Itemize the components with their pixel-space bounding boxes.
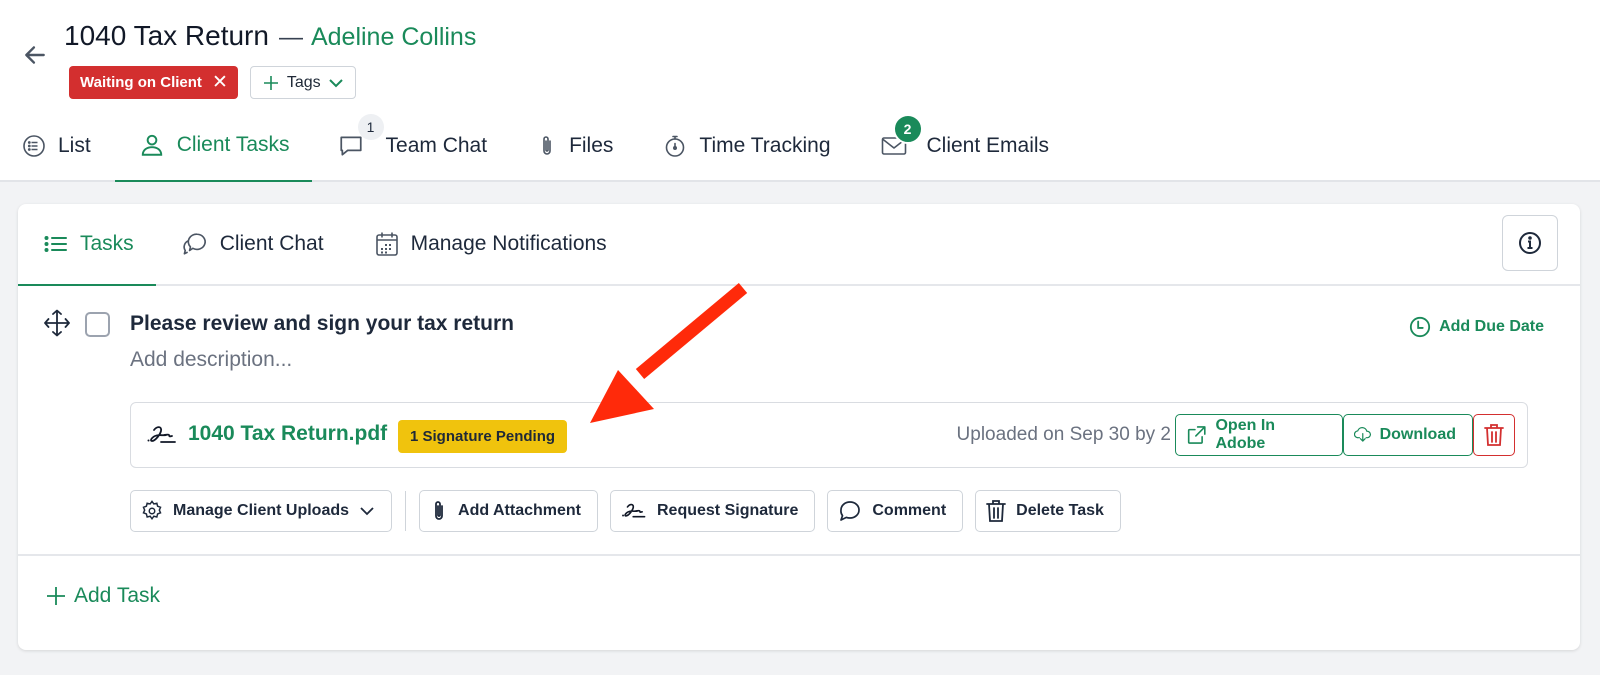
tab-files[interactable]: Files [509, 112, 635, 180]
clock-icon [1410, 316, 1431, 338]
comment-button[interactable]: Comment [827, 490, 964, 532]
delete-file-button[interactable] [1473, 414, 1515, 456]
actions-divider [405, 491, 407, 531]
external-link-icon [1187, 426, 1206, 444]
tab-client-emails-label: Client Emails [926, 134, 1050, 157]
delete-task-button[interactable]: Delete Task [975, 490, 1121, 532]
plus-icon [263, 75, 278, 90]
remove-status-icon[interactable]: ✕ [212, 73, 228, 92]
download-label: Download [1379, 426, 1456, 443]
request-signature-button[interactable]: Request Signature [610, 490, 816, 532]
team-chat-badge: 1 [357, 114, 384, 140]
chevron-down-icon [328, 78, 343, 87]
manage-client-uploads-dropdown[interactable]: Manage Client Uploads [130, 490, 393, 532]
tab-team-chat-label: Team Chat [385, 134, 488, 157]
tab-files-label: Files [569, 134, 614, 157]
section-divider [18, 554, 1580, 556]
client-name-link[interactable]: Adeline Collins [311, 23, 476, 52]
gear-icon [142, 500, 162, 521]
subtab-client-chat[interactable]: Client Chat [156, 204, 349, 284]
status-tag-label: Waiting on Client [80, 74, 202, 91]
download-button[interactable]: Download [1343, 414, 1473, 456]
chevron-down-icon [360, 507, 374, 516]
chat-icon [339, 136, 362, 156]
file-attachment-row: 1040 Tax Return.pdf 1 Signature Pending … [130, 402, 1528, 468]
add-attachment-label: Add Attachment [458, 502, 581, 519]
title-separator: — [278, 24, 303, 51]
manage-client-uploads-label: Manage Client Uploads [173, 502, 350, 519]
page-title-row: 1040 Tax Return — Adeline Collins [64, 20, 476, 52]
subtab-tasks-label: Tasks [80, 232, 134, 255]
uploaded-info: Uploaded on Sep 30 by 2 [956, 424, 1171, 445]
task-description-input[interactable]: Add description... [130, 348, 292, 372]
delete-task-label: Delete Task [1016, 502, 1104, 519]
subtab-client-chat-label: Client Chat [219, 232, 324, 255]
open-in-adobe-label: Open In Adobe [1215, 417, 1276, 452]
page-title: 1040 Tax Return [64, 20, 269, 51]
signature-pending-badge: 1 Signature Pending [398, 420, 568, 453]
comment-icon [840, 501, 861, 521]
task-actions: Manage Client Uploads Add Attachment Req… [130, 490, 1121, 532]
trash-icon [986, 500, 1007, 522]
paperclip-icon [543, 136, 551, 155]
add-due-date-label: Add Due Date [1439, 318, 1544, 335]
list-icon [23, 135, 45, 157]
tab-time-tracking-label: Time Tracking [699, 134, 831, 157]
tab-team-chat[interactable]: 1 Team Chat [312, 112, 510, 180]
arrow-left-icon [25, 46, 45, 64]
comment-label: Comment [872, 502, 947, 519]
tab-time-tracking[interactable]: Time Tracking [635, 112, 852, 180]
tab-list-label: List [58, 134, 91, 157]
list-icon [44, 236, 67, 252]
calendar-icon [375, 232, 398, 256]
sub-tabs: Tasks Client Chat Manage Notifications [18, 204, 1580, 286]
move-icon [44, 309, 70, 337]
tag-row: Waiting on Client ✕ Tags [69, 66, 356, 99]
add-attachment-button[interactable]: Add Attachment [419, 490, 598, 532]
tab-list[interactable]: List [0, 112, 113, 180]
signature-icon [622, 503, 646, 518]
stopwatch-icon [666, 135, 685, 157]
subtab-tasks[interactable]: Tasks [18, 204, 156, 286]
open-in-adobe-button[interactable]: Open In Adobe [1175, 414, 1343, 456]
subtab-manage-notifications[interactable]: Manage Notifications [349, 204, 632, 284]
tags-label: Tags [286, 73, 321, 91]
add-task-button[interactable]: Add Task [46, 584, 160, 608]
tab-client-tasks-label: Client Tasks [176, 133, 290, 156]
tasks-card: Tasks Client Chat Manage Notifications P… [18, 204, 1580, 650]
tab-client-emails[interactable]: 2 Client Emails [853, 112, 1072, 180]
cloud-download-icon [1354, 427, 1371, 442]
back-button[interactable] [20, 40, 50, 70]
user-icon [141, 134, 162, 156]
tab-client-tasks[interactable]: Client Tasks [114, 112, 312, 182]
main-tabs: List Client Tasks 1 Team Chat Files Time… [0, 112, 1071, 182]
drag-handle[interactable] [44, 309, 70, 342]
tags-dropdown-button[interactable]: Tags [249, 66, 356, 99]
client-emails-badge: 2 [892, 114, 923, 144]
info-button[interactable] [1502, 215, 1558, 271]
request-signature-label: Request Signature [657, 502, 799, 519]
add-task-label: Add Task [74, 584, 160, 607]
task-complete-checkbox[interactable] [85, 312, 110, 337]
info-icon [1519, 232, 1541, 254]
page-header: 1040 Tax Return — Adeline Collins Waitin… [0, 0, 1600, 182]
plus-icon [47, 587, 65, 605]
trash-icon [1484, 424, 1504, 446]
chat-bubbles-icon [183, 233, 206, 255]
subtab-manage-notifications-label: Manage Notifications [410, 232, 607, 255]
signature-icon [146, 424, 178, 451]
file-name-link[interactable]: 1040 Tax Return.pdf [188, 422, 387, 446]
task-title[interactable]: Please review and sign your tax return [130, 312, 514, 336]
file-actions: Open In Adobe Download [1175, 414, 1515, 456]
paperclip-icon [435, 501, 443, 520]
status-tag: Waiting on Client ✕ [69, 66, 238, 99]
add-due-date-button[interactable]: Add Due Date [1409, 316, 1544, 338]
